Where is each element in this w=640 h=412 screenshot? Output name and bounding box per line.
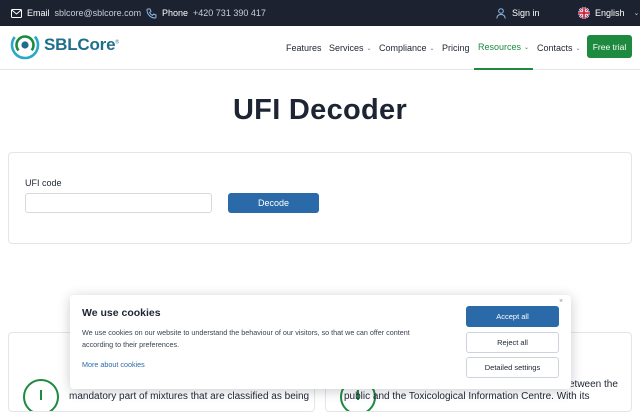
main-navbar: SBLCore® Features Services ⌄ Compliance ⌄ … — [0, 26, 640, 70]
nav-item-compliance[interactable]: Compliance ⌄ — [379, 26, 435, 70]
primary-navigation: Features Services ⌄ Compliance ⌄ Pricing R… — [0, 26, 640, 70]
page-title: UFI Decoder — [232, 94, 408, 126]
nav-item-pricing[interactable]: Pricing — [442, 26, 470, 70]
chevron-down-icon: ⌄ — [575, 45, 581, 52]
cookie-banner: We use cookies We use cookies on our web… — [70, 295, 571, 389]
phone-value[interactable]: +420 731 390 417 — [193, 8, 266, 18]
language-label: English — [595, 8, 625, 18]
info-icon — [23, 379, 59, 411]
mail-icon — [10, 7, 22, 19]
chevron-down-icon: ⌄ — [429, 45, 435, 52]
ufi-code-input[interactable] — [25, 193, 212, 213]
top-contact-bar: Email sblcore@sblcore.com Phone +420 731… — [0, 0, 640, 26]
detailed-settings-button[interactable]: Detailed settings — [466, 357, 559, 378]
email-value[interactable]: sblcore@sblcore.com — [55, 8, 142, 18]
nav-item-label: Compliance — [379, 43, 427, 53]
nav-item-label: Resources — [478, 42, 522, 52]
info-text-right-2: public and the Toxicological Information… — [344, 391, 590, 402]
email-contact[interactable]: Email sblcore@sblcore.com — [10, 0, 141, 26]
phone-icon — [145, 7, 157, 19]
phone-contact[interactable]: Phone +420 731 390 417 — [145, 0, 266, 26]
nav-item-services[interactable]: Services ⌄ — [329, 26, 372, 70]
language-selector[interactable]: English ⌄ — [578, 0, 639, 26]
chevron-down-icon: ⌄ — [366, 45, 372, 52]
signin-label: Sign in — [512, 8, 540, 18]
reject-all-button[interactable]: Reject all — [466, 332, 559, 353]
decode-button[interactable]: Decode — [228, 193, 319, 213]
user-icon — [495, 7, 507, 19]
nav-item-features[interactable]: Features — [286, 26, 322, 70]
more-about-cookies-link[interactable]: More about cookies — [82, 360, 145, 369]
email-label: Email — [27, 8, 50, 18]
info-text-left: mandatory part of mixtures that are clas… — [69, 391, 310, 402]
nav-item-label: Features — [286, 43, 322, 53]
nav-item-label: Pricing — [442, 43, 470, 53]
chevron-down-icon: ⌄ — [633, 10, 640, 17]
chevron-down-icon: ⌄ — [524, 44, 530, 51]
ufi-decoder-card: UFI code Decode — [8, 152, 632, 244]
info-text-right-1: etween the — [569, 379, 618, 390]
uk-flag-icon — [578, 7, 590, 19]
phone-label: Phone — [162, 8, 189, 18]
nav-item-label: Services — [329, 43, 364, 53]
cookie-title: We use cookies — [82, 307, 161, 319]
ufi-code-label: UFI code — [25, 178, 62, 188]
nav-item-label: Contacts — [537, 43, 573, 53]
accept-all-button[interactable]: Accept all — [466, 306, 559, 327]
signin-link[interactable]: Sign in — [495, 0, 545, 26]
close-icon[interactable]: × — [559, 298, 563, 305]
nav-item-contacts[interactable]: Contacts ⌄ — [537, 26, 581, 70]
nav-item-resources[interactable]: Resources ⌄ — [474, 26, 534, 70]
free-trial-button[interactable]: Free trial — [587, 35, 632, 58]
cookie-description: We use cookies on our website to underst… — [82, 328, 410, 349]
